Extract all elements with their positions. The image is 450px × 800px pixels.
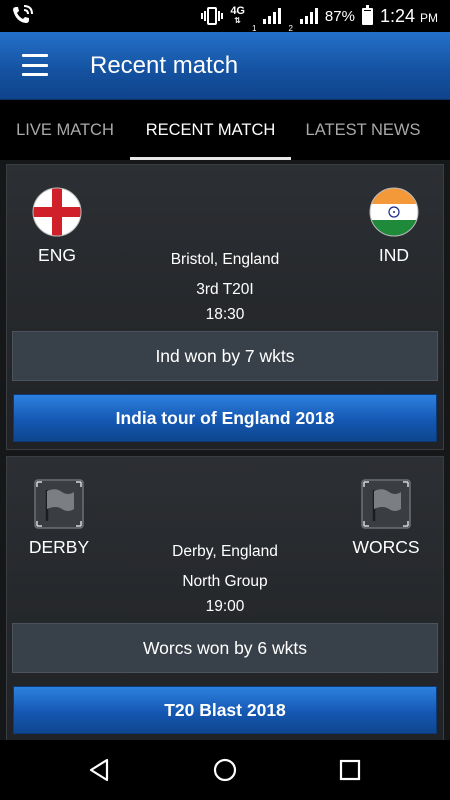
battery-percent: 87% (324, 7, 355, 25)
system-nav-bar (0, 740, 450, 800)
match-result: Worcs won by 6 wkts (12, 623, 438, 673)
clock: 1:24 PM (379, 5, 438, 26)
team-flag-placeholder-icon (361, 479, 411, 529)
status-bar: 4G ⇅ 1 2 87% 1:24 PM (0, 0, 450, 33)
match-time: 18:30 (205, 306, 245, 323)
tab-live-match[interactable]: LIVE MATCH (0, 100, 130, 160)
england-flag-icon (32, 187, 82, 237)
app-bar: Recent match (0, 32, 450, 100)
match-venue: Derby, England (172, 543, 278, 560)
match-result: Ind won by 7 wkts (12, 331, 438, 381)
series-button[interactable]: T20 Blast 2018 (13, 686, 437, 734)
hamburger-menu-icon[interactable] (22, 54, 48, 76)
signal-sim1-icon (263, 8, 282, 24)
nav-recents-icon[interactable] (336, 756, 364, 784)
tab-bar: LIVE MATCH RECENT MATCH LATEST NEWS (0, 100, 450, 160)
series-button[interactable]: India tour of England 2018 (13, 394, 437, 442)
india-flag-icon (369, 187, 419, 237)
match-list[interactable]: ENG IND Bristol, England 3rd T20I 18:30 … (0, 160, 450, 740)
network-type: 4G ⇅ (230, 5, 245, 26)
team-flag-placeholder-icon (34, 479, 84, 529)
tab-latest-news[interactable]: LATEST NEWS (291, 100, 435, 160)
nav-home-icon[interactable] (211, 756, 239, 784)
match-type: 3rd T20I (196, 281, 254, 298)
match-venue: Bristol, England (170, 251, 280, 268)
match-time: 19:00 (205, 598, 245, 615)
match-type: North Group (182, 573, 268, 590)
page-title: Recent match (90, 52, 239, 79)
match-card[interactable]: ENG IND Bristol, England 3rd T20I 18:30 … (6, 164, 444, 450)
match-card[interactable]: DERBY WORCS Derby, England North Group 1… (6, 456, 444, 740)
phone-call-icon (10, 5, 34, 30)
signal-sim2-icon (299, 8, 318, 24)
nav-back-icon[interactable] (86, 756, 114, 784)
tab-recent-match[interactable]: RECENT MATCH (130, 100, 291, 160)
battery-icon (361, 4, 373, 25)
vibrate-icon (201, 7, 224, 25)
